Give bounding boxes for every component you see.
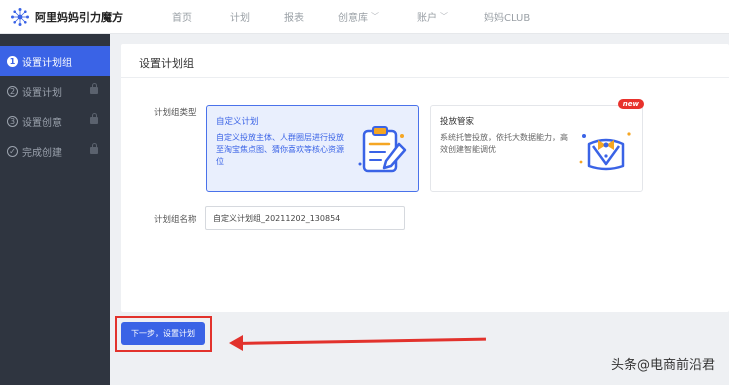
butler-icon (579, 132, 631, 171)
sidebar-item-label: 设置创意 (22, 117, 62, 129)
sidebar-item-plan[interactable]: 2 设置计划 (0, 76, 110, 106)
sidebar-item-plan-group[interactable]: 1 设置计划组 (0, 46, 110, 76)
plan-group-type-label: 计划组类型 (154, 108, 197, 118)
watermark-prefix: 头条 (610, 358, 637, 373)
sidebar-item-label: 完成创建 (22, 147, 62, 159)
sidebar: 1 设置计划组 2 设置计划 3 设置创意 ✓ 完成创建 (0, 34, 110, 385)
logo[interactable]: 阿里妈妈引力魔方 (10, 7, 160, 27)
option-description: 系统托管投放，依托大数据能力，高效创建智能调优 (440, 133, 568, 154)
clipboard-edit-icon (358, 126, 407, 173)
nav-item-report[interactable]: 报表 (284, 9, 304, 24)
chevron-down-icon: ﹀ (440, 12, 448, 21)
nav-item-plan[interactable]: 计划 (230, 9, 250, 24)
lock-icon (90, 143, 98, 154)
plan-group-card: 设置计划组 计划组类型 自定义计划 自定义投放主体、人群圈层进行投放至淘宝焦点图… (121, 44, 729, 312)
step-number: 3 (7, 115, 18, 127)
logo-text: 阿里妈妈引力魔方 (35, 10, 123, 24)
nav-item-home[interactable]: 首页 (172, 9, 192, 24)
option-title: 投放管家 (440, 117, 475, 127)
nav-label: 创意库 (338, 13, 368, 24)
option-description: 自定义投放主体、人群圈层进行投放至淘宝焦点图、猜你喜欢等核心资源位 (216, 133, 344, 166)
annotation-arrow-head-icon (229, 335, 243, 351)
annotation-arrow-line (235, 337, 486, 345)
nav-label: 报表 (284, 13, 304, 24)
annotation-highlight-box (115, 316, 212, 352)
check-icon: ✓ (7, 145, 18, 157)
step-number: 1 (7, 55, 18, 67)
nav-item-creative-library[interactable]: 创意库 ﹀ (338, 9, 379, 24)
logo-icon (11, 7, 29, 26)
nav-label: 计划 (230, 13, 250, 24)
sidebar-item-creative[interactable]: 3 设置创意 (0, 106, 110, 136)
top-nav-bar: 阿里妈妈引力魔方 首页 计划 报表 创意库 ﹀ 账户 ﹀ 妈妈CLUB (0, 0, 729, 34)
watermark: 头条 @电商前沿君 (611, 354, 715, 373)
nav-item-mama-club[interactable]: 妈妈CLUB (484, 9, 530, 24)
watermark-text: @电商前沿君 (636, 358, 715, 373)
nav-label: 首页 (172, 13, 192, 24)
chevron-down-icon: ﹀ (371, 12, 379, 21)
option-title: 自定义计划 (216, 117, 259, 127)
lock-icon (90, 113, 98, 124)
option-auto-manager[interactable]: 投放管家 系统托管投放，依托大数据能力，高效创建智能调优 new (430, 99, 644, 192)
nav-label: 妈妈CLUB (484, 13, 531, 24)
sidebar-item-label: 设置计划 (22, 87, 62, 99)
page-title: 设置计划组 (139, 57, 194, 70)
new-badge: new (617, 99, 644, 109)
nav-label: 账户 (417, 13, 437, 24)
plan-group-name-label: 计划组名称 (154, 215, 197, 225)
nav-item-account[interactable]: 账户 ﹀ (417, 9, 448, 24)
lock-icon (90, 83, 98, 94)
option-custom-plan[interactable]: 自定义计划 自定义投放主体、人群圈层进行投放至淘宝焦点图、猜你喜欢等核心资源位 (206, 105, 419, 192)
plan-group-name-input[interactable] (205, 206, 405, 230)
step-number: 2 (7, 85, 18, 97)
sidebar-item-label: 设置计划组 (22, 57, 72, 69)
main-nav: 首页 计划 报表 创意库 ﹀ 账户 ﹀ 妈妈CLUB (160, 9, 530, 24)
sidebar-item-complete[interactable]: ✓ 完成创建 (0, 136, 110, 166)
divider (121, 77, 729, 78)
